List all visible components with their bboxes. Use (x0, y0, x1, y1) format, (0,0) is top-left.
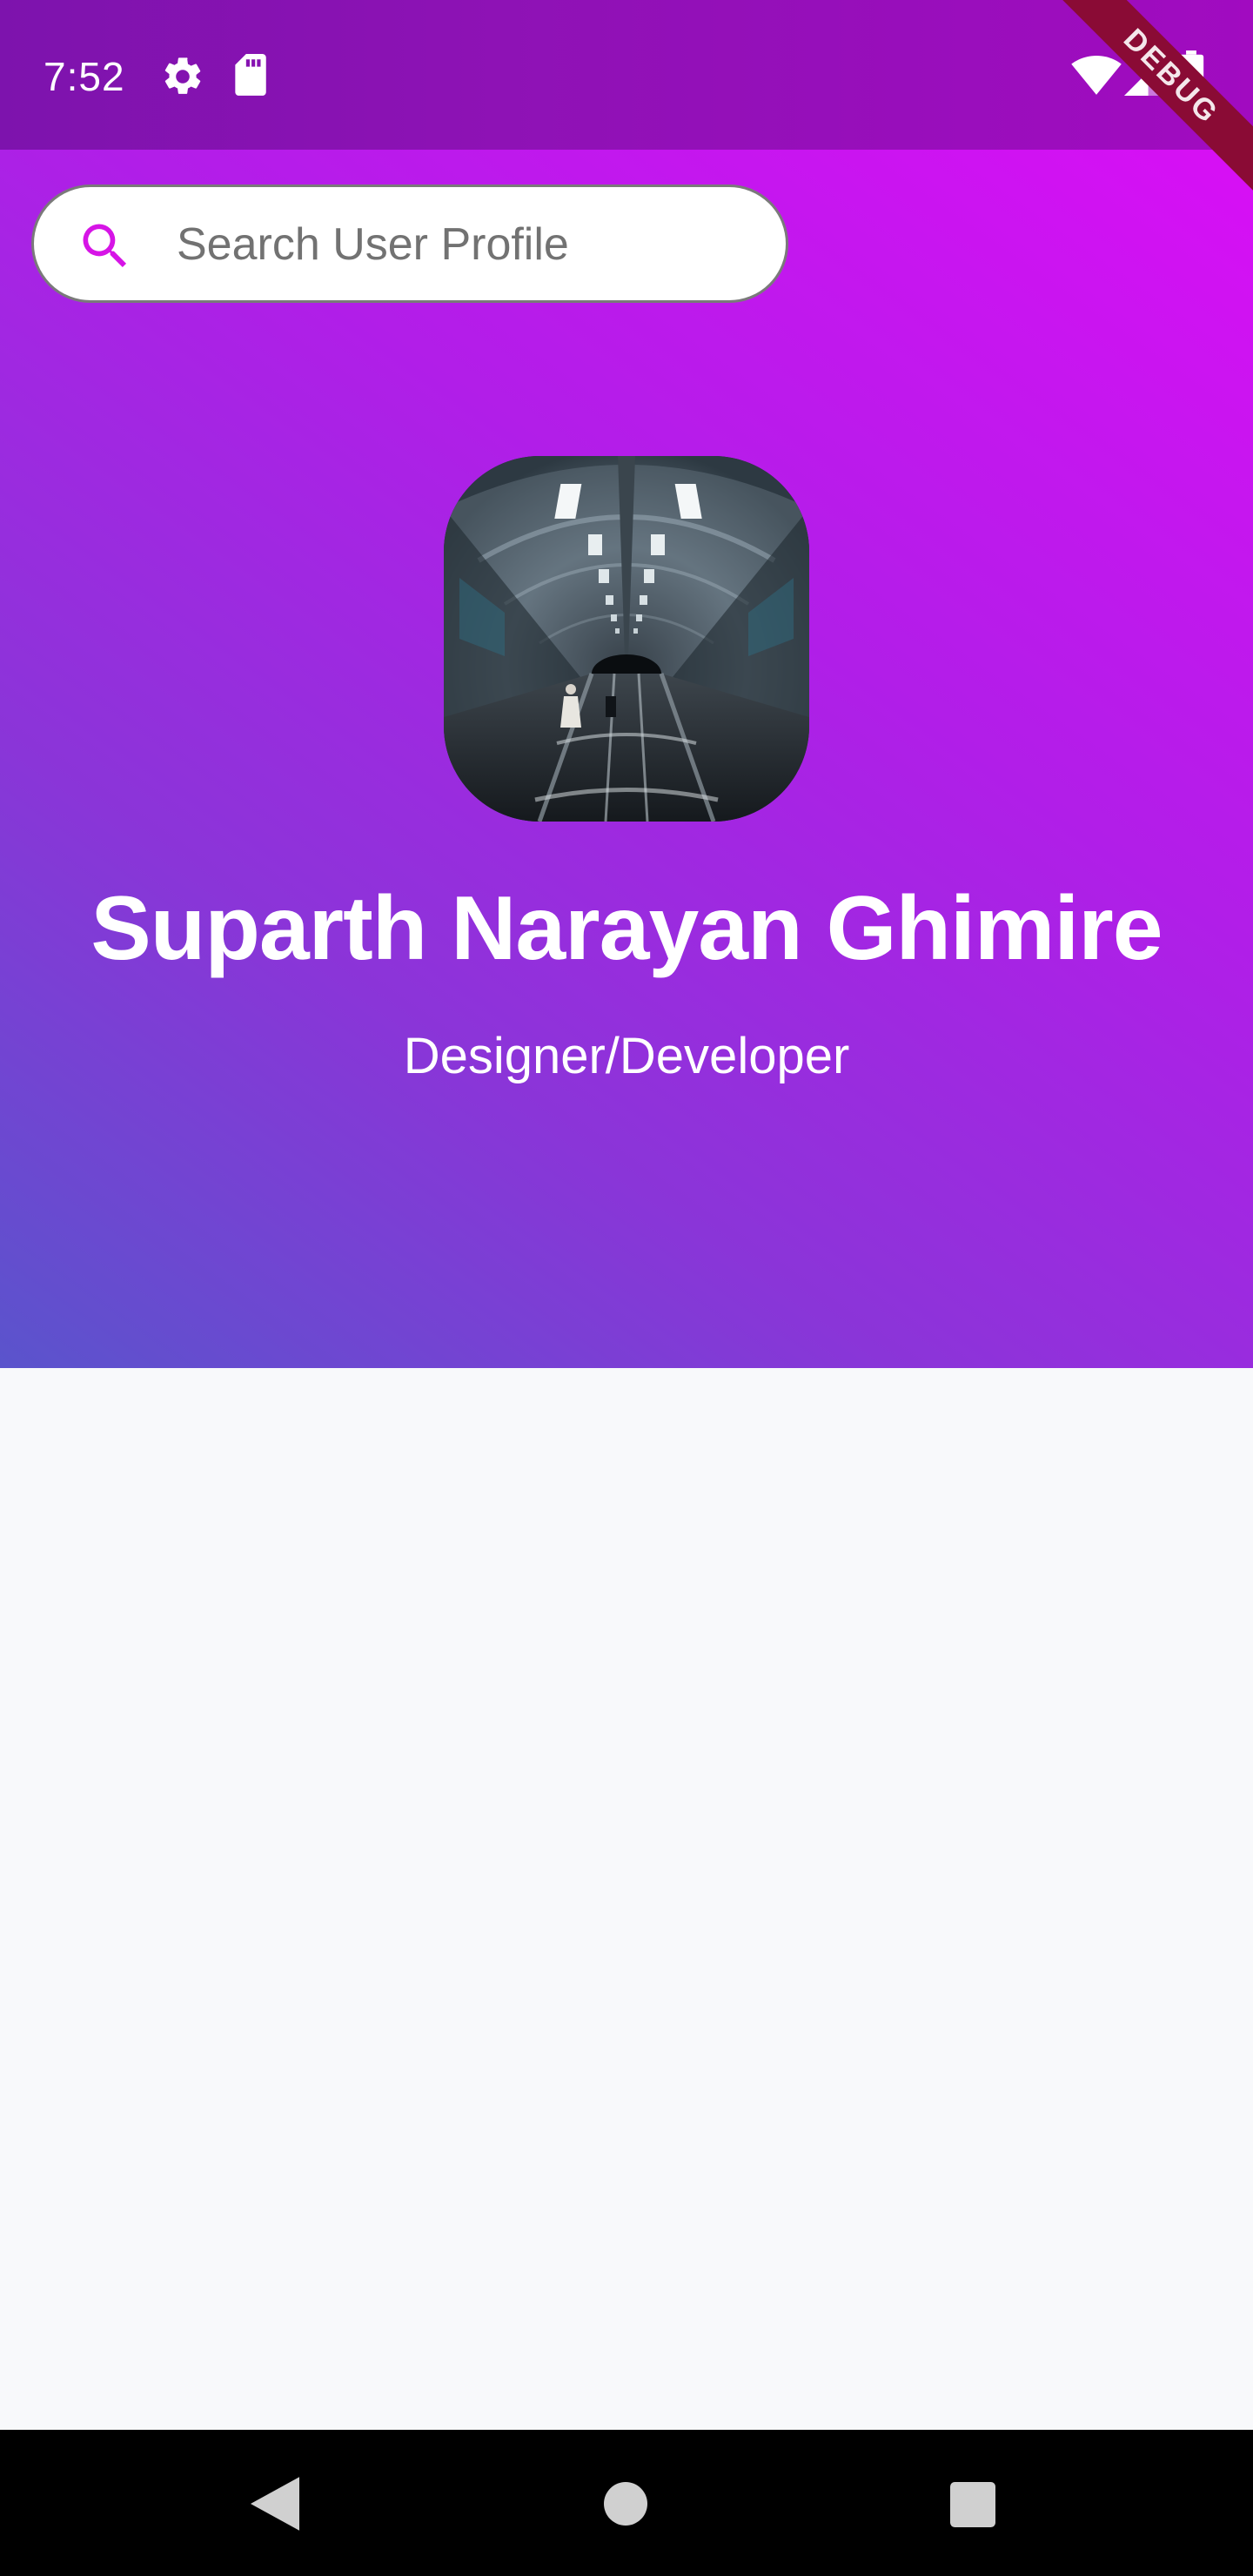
avatar[interactable] (444, 456, 809, 822)
back-icon[interactable] (251, 2477, 299, 2531)
settings-icon (164, 57, 201, 94)
profile-header: Suparth Narayan Ghimire Designer/Develop… (0, 150, 1253, 1368)
sd-card-icon (235, 54, 266, 96)
search-bar[interactable] (31, 184, 788, 303)
content-area (0, 1368, 1253, 2430)
tunnel-escalator-photo (444, 456, 809, 822)
search-icon[interactable] (76, 217, 135, 276)
search-input[interactable] (177, 208, 751, 281)
status-time: 7:52 (44, 54, 125, 99)
status-bar: 7:52 (0, 0, 1253, 150)
profile-role: Designer/Developer (403, 1028, 850, 1084)
app-screen: 7:52 DEBUG Search User Profile Suparth N… (0, 0, 1253, 2576)
navigation-bar (0, 2430, 1253, 2576)
profile-name: Suparth Narayan Ghimire (90, 878, 1163, 979)
wifi-icon (1071, 56, 1122, 95)
home-icon[interactable] (604, 2482, 647, 2526)
recents-icon[interactable] (950, 2482, 995, 2527)
